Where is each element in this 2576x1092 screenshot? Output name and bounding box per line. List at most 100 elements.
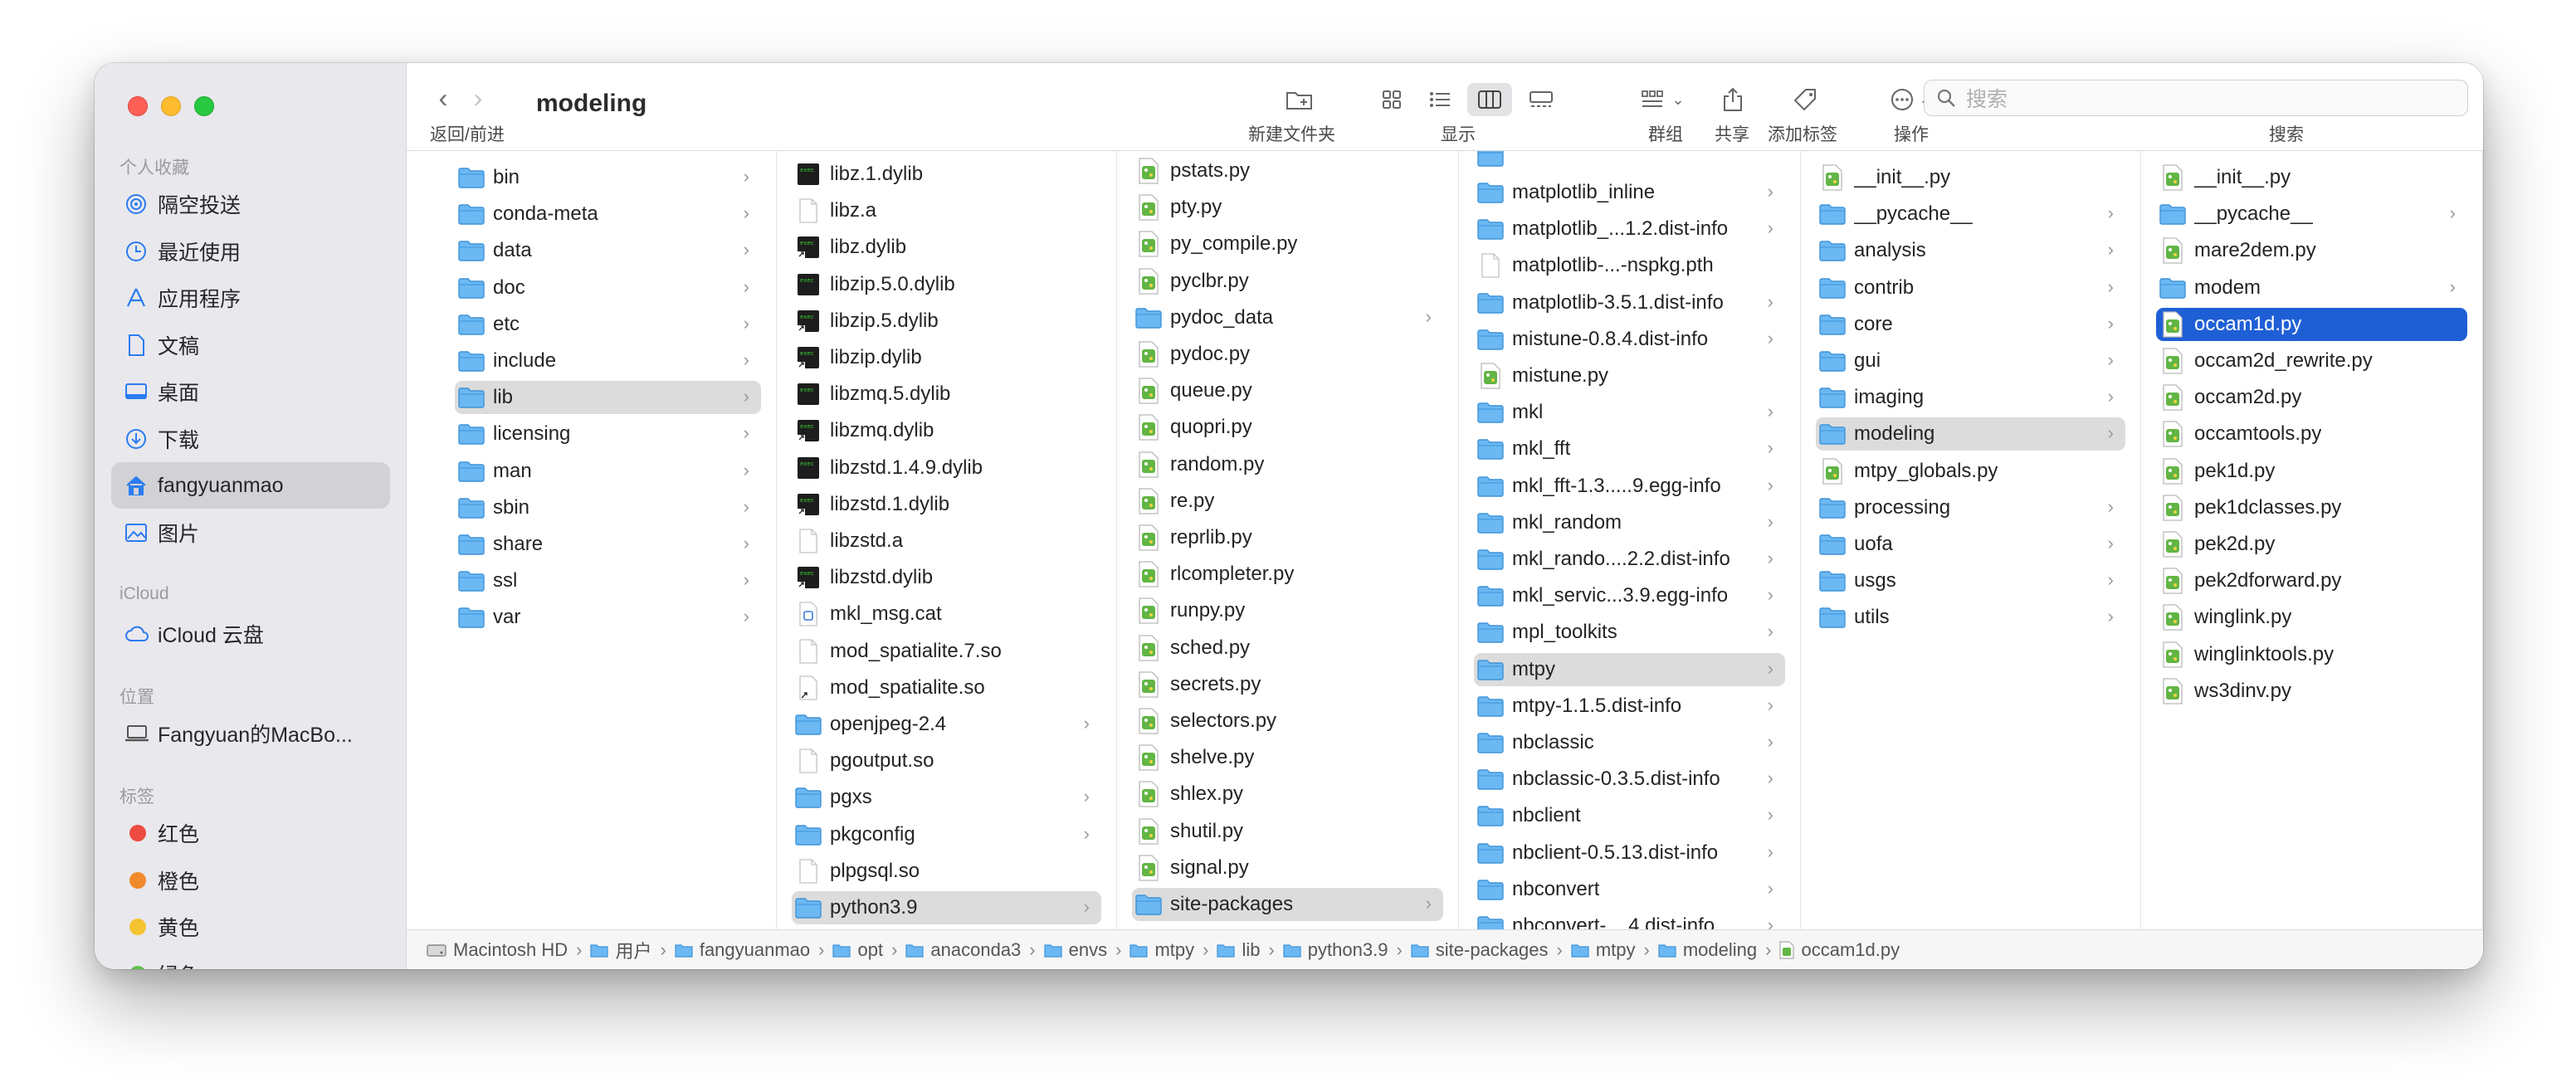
file-row[interactable]: winglink.py	[2156, 601, 2467, 634]
sidebar-item-home[interactable]: fangyuanmao	[111, 462, 390, 509]
path-crumb[interactable]: modeling	[1658, 939, 1757, 961]
folder-row[interactable]: matplotlib_inline ›	[1474, 176, 1785, 209]
file-row[interactable]: exec libzstd.1.dylib	[792, 488, 1101, 521]
path-crumb[interactable]: mtpy	[1129, 939, 1194, 961]
folder-row[interactable]: contrib ›	[1816, 271, 2125, 305]
folder-row[interactable]: etc ›	[455, 308, 761, 341]
file-row[interactable]: libz.a	[792, 194, 1101, 227]
folder-row[interactable]: nbclassic ›	[1474, 726, 1785, 759]
folder-row[interactable]: mistune-0.8.4.dist-info ›	[1474, 323, 1785, 356]
file-row[interactable]: occam2d.py	[2156, 381, 2467, 414]
sidebar-item-applications[interactable]: 应用程序	[111, 275, 390, 321]
file-row[interactable]: selectors.py	[1132, 704, 1443, 738]
folder-row[interactable]: mpl_toolkits ›	[1474, 616, 1785, 649]
folder-row[interactable]: utils ›	[1816, 601, 2125, 634]
file-row[interactable]: random.py	[1132, 448, 1443, 481]
folder-row[interactable]: matplotlib-3.5.1.dist-info ›	[1474, 286, 1785, 319]
sidebar-item-clock[interactable]: 最近使用	[111, 228, 390, 275]
forward-button[interactable]: ›	[461, 83, 495, 114]
file-row[interactable]: mtpy_globals.py	[1816, 455, 2125, 488]
group-button[interactable]: ⌄	[1637, 83, 1690, 116]
close-button[interactable]	[128, 96, 148, 116]
folder-row[interactable]: modem ›	[2156, 271, 2467, 305]
folder-row[interactable]: core ›	[1816, 308, 2125, 341]
folder-row[interactable]: mkl_random ›	[1474, 506, 1785, 539]
path-crumb[interactable]: opt	[832, 939, 883, 961]
folder-row[interactable]: sbin ›	[455, 491, 761, 524]
path-crumb[interactable]: anaconda3	[905, 939, 1021, 961]
file-row[interactable]: py_compile.py	[1132, 227, 1443, 261]
file-row[interactable]: quopri.py	[1132, 411, 1443, 444]
file-row[interactable]: re.py	[1132, 485, 1443, 518]
folder-row[interactable]: nbclient ›	[1474, 799, 1785, 832]
folder-row[interactable]: mtpy-1.1.5.dist-info ›	[1474, 690, 1785, 723]
folder-row[interactable]: licensing ›	[455, 417, 761, 451]
sidebar-item-download[interactable]: 下载	[111, 416, 390, 462]
path-crumb[interactable]: fangyuanmao	[675, 939, 810, 961]
path-crumb[interactable]: occam1d.py	[1779, 939, 1900, 961]
file-row[interactable]: plpgsql.so	[792, 855, 1101, 888]
path-crumb[interactable]: envs	[1044, 939, 1107, 961]
file-row[interactable]: exec libzip.5.0.dylib	[792, 268, 1101, 301]
folder-row[interactable]: var ›	[455, 601, 761, 634]
file-row[interactable]: occamtools.py	[2156, 417, 2467, 451]
back-button[interactable]: ‹	[427, 83, 460, 114]
path-crumb[interactable]: mtpy	[1571, 939, 1636, 961]
sidebar-item-airdrop[interactable]: 隔空投送	[111, 181, 390, 227]
file-row[interactable]: __init__.py	[2156, 161, 2467, 194]
file-row[interactable]: pek2dforward.py	[2156, 564, 2467, 597]
file-row[interactable]: exec libzstd.1.4.9.dylib	[792, 451, 1101, 485]
file-row[interactable]: runpy.py	[1132, 594, 1443, 627]
path-crumb[interactable]: python3.9	[1283, 939, 1388, 961]
file-row[interactable]: occam1d.py	[2156, 307, 2467, 341]
folder-row[interactable]: pkgconfig ›	[792, 818, 1101, 851]
folder-row[interactable]: lib ›	[455, 381, 761, 415]
file-row[interactable]: exec libzip.5.dylib	[792, 305, 1101, 338]
sidebar-tag-item[interactable]: 绿色	[111, 951, 390, 969]
file-row[interactable]: secrets.py	[1132, 668, 1443, 701]
folder-row[interactable]: nbconvert ›	[1474, 873, 1785, 906]
file-row[interactable]: sched.py	[1132, 631, 1443, 665]
folder-row[interactable]: mkl_fft ›	[1474, 432, 1785, 466]
file-row[interactable]: pyclbr.py	[1132, 265, 1443, 298]
folder-row[interactable]: __pycache__ ›	[2156, 197, 2467, 231]
file-row[interactable]: pek2d.py	[2156, 528, 2467, 561]
share-button[interactable]	[1715, 83, 1751, 116]
folder-row[interactable]: include ›	[455, 344, 761, 378]
file-row[interactable]: mare2dem.py	[2156, 234, 2467, 267]
column-view-button[interactable]	[1467, 83, 1512, 116]
folder-row[interactable]: mkl ›	[1474, 396, 1785, 429]
file-row[interactable]: signal.py	[1132, 851, 1443, 885]
folder-row[interactable]: site-packages ›	[1132, 888, 1443, 921]
file-row[interactable]: pek1dclasses.py	[2156, 491, 2467, 524]
file-row[interactable]: exec libzmq.dylib	[792, 414, 1101, 447]
file-row[interactable]: pstats.py	[1132, 154, 1443, 188]
zoom-button[interactable]	[194, 96, 214, 116]
folder-row[interactable]: mkl_rando....2.2.dist-info ›	[1474, 543, 1785, 576]
file-row[interactable]: mistune.py	[1474, 359, 1785, 392]
sidebar-item-photo[interactable]: 图片	[111, 509, 390, 556]
folder-row[interactable]: matplotlib_...1.2.dist-info ›	[1474, 212, 1785, 246]
file-row[interactable]: winglinktools.py	[2156, 638, 2467, 671]
folder-row[interactable]: bin ›	[455, 161, 761, 194]
file-row[interactable]: exec libzip.dylib	[792, 341, 1101, 374]
list-view-button[interactable]	[1421, 83, 1459, 116]
folder-row[interactable]: imaging ›	[1816, 381, 2125, 414]
new-folder-button[interactable]	[1278, 83, 1321, 116]
sidebar-tag-item[interactable]: 红色	[111, 810, 390, 856]
file-row[interactable]: exec libzstd.dylib	[792, 561, 1101, 594]
folder-row[interactable]: mkl_fft-1.3.....9.egg-info ›	[1474, 470, 1785, 503]
file-row[interactable]: pek1d.py	[2156, 455, 2467, 488]
file-row[interactable]: pgoutput.so	[792, 744, 1101, 778]
sidebar-tag-item[interactable]: 黄色	[111, 904, 390, 950]
folder-row[interactable]: openjpeg-2.4 ›	[792, 708, 1101, 741]
sidebar-item-desktop[interactable]: 桌面	[111, 368, 390, 415]
tag-button[interactable]	[1788, 83, 1824, 116]
file-row[interactable]: shlex.py	[1132, 778, 1443, 811]
folder-row[interactable]: nbconvert-....4.dist-info ›	[1474, 909, 1785, 929]
file-row[interactable]: mod_spatialite.7.so	[792, 635, 1101, 668]
file-row[interactable]: exec libz.dylib	[792, 231, 1101, 264]
sidebar-item-document[interactable]: 文稿	[111, 322, 390, 368]
folder-row[interactable]: __pycache__ ›	[1816, 197, 2125, 231]
folder-row[interactable]: mkl_servic...3.9.egg-info ›	[1474, 579, 1785, 612]
